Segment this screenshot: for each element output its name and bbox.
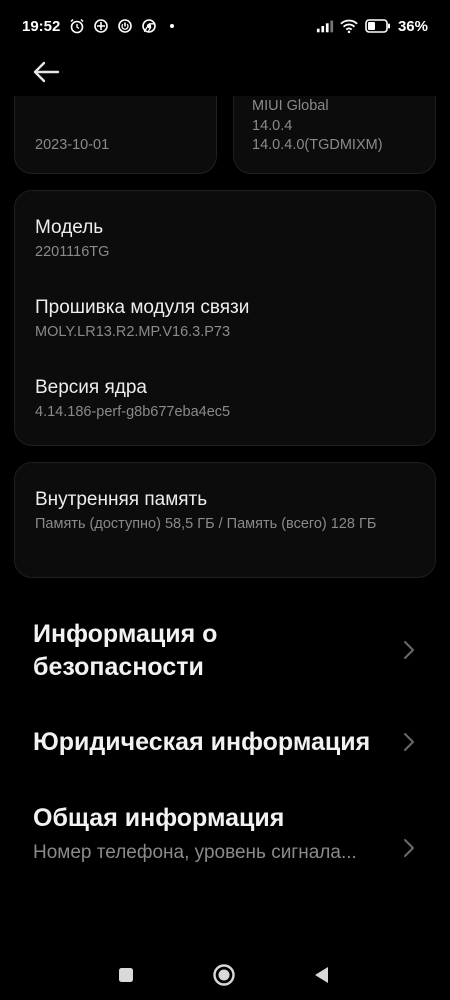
notification-dot-icon xyxy=(170,24,175,28)
legal-info-item[interactable]: Юридическая информация xyxy=(0,726,450,759)
build-date-inner: 2023-10-01 xyxy=(35,132,109,156)
build-date-value: 2023-10-01 xyxy=(35,137,110,153)
general-info-title: Общая информация xyxy=(33,804,285,832)
power-icon xyxy=(116,17,134,35)
signal-icon xyxy=(316,17,334,35)
navigation-bar xyxy=(0,950,450,1000)
storage-value: Память (доступно) 58,5 ГБ / Память (всег… xyxy=(35,516,377,532)
chevron-right-icon xyxy=(404,733,414,751)
security-info-item[interactable]: Информация о безопасности xyxy=(0,618,450,683)
general-info-item[interactable]: Общая информация Номер телефона, уровень… xyxy=(0,802,450,865)
miui-version-inner: MIUI Global 14.0.4 14.0.4.0(TGDMIXM) xyxy=(252,97,383,156)
model-value: 2201116TG xyxy=(35,244,110,260)
status-right: 36% xyxy=(316,17,428,35)
home-button[interactable] xyxy=(211,962,237,988)
miui-global-label: MIUI Global xyxy=(252,98,329,114)
model-row[interactable]: Модель 2201116TG xyxy=(35,217,109,263)
miui-build-value: 14.0.4.0(TGDMIXM) xyxy=(252,137,383,154)
chrome-icon xyxy=(140,17,158,35)
back-triangle-icon xyxy=(315,967,328,983)
kernel-label: Версия ядра xyxy=(35,377,147,398)
build-date-card[interactable]: 2023-10-01 xyxy=(14,96,217,174)
chevron-right-icon xyxy=(404,641,414,659)
chevron-right-icon xyxy=(404,839,414,857)
content-scroll[interactable]: 2023-10-01 MIUI Global 14.0.4 14.0.4.0(T… xyxy=(0,96,450,956)
miui-version-card[interactable]: MIUI Global 14.0.4 14.0.4.0(TGDMIXM) xyxy=(233,96,436,174)
battery-percent: 36% xyxy=(397,17,428,35)
arrow-left-icon xyxy=(33,61,60,83)
location-icon xyxy=(92,17,110,35)
security-info-title: Информация о безопасности xyxy=(33,620,218,681)
baseband-row[interactable]: Прошивка модуля связи MOLY.LR13.R2.MP.V1… xyxy=(35,297,249,343)
legal-info-title: Юридическая информация xyxy=(33,728,371,756)
storage-row: Внутренняя память Память (доступно) 58,5… xyxy=(35,489,415,535)
storage-card[interactable]: Внутренняя память Память (доступно) 58,5… xyxy=(14,462,436,578)
miui-version-value: 14.0.4 xyxy=(252,117,293,134)
back-button[interactable] xyxy=(28,56,64,88)
general-info-subtitle: Номер телефона, уровень сигнала... xyxy=(33,841,357,863)
kernel-value: 4.14.186-perf-g8b677eba4ec5 xyxy=(35,404,231,420)
recents-square-icon xyxy=(119,968,133,982)
status-time: 19:52 xyxy=(22,17,61,35)
recents-button[interactable] xyxy=(113,962,139,988)
wifi-icon xyxy=(340,17,358,35)
alarm-icon xyxy=(68,17,86,35)
storage-label: Внутренняя память xyxy=(35,489,208,510)
baseband-label: Прошивка модуля связи xyxy=(35,297,250,318)
baseband-value: MOLY.LR13.R2.MP.V16.3.P73 xyxy=(35,324,231,340)
battery-icon xyxy=(364,17,392,35)
kernel-row[interactable]: Версия ядра 4.14.186-perf-g8b677eba4ec5 xyxy=(35,377,230,423)
status-left: 19:52 xyxy=(22,17,175,35)
status-bar: 19:52 36% xyxy=(0,0,450,52)
nav-back-button[interactable] xyxy=(308,962,334,988)
model-label: Модель xyxy=(35,217,104,238)
device-info-card: Модель 2201116TG Прошивка модуля связи M… xyxy=(14,190,436,446)
home-circle-icon xyxy=(213,964,235,986)
